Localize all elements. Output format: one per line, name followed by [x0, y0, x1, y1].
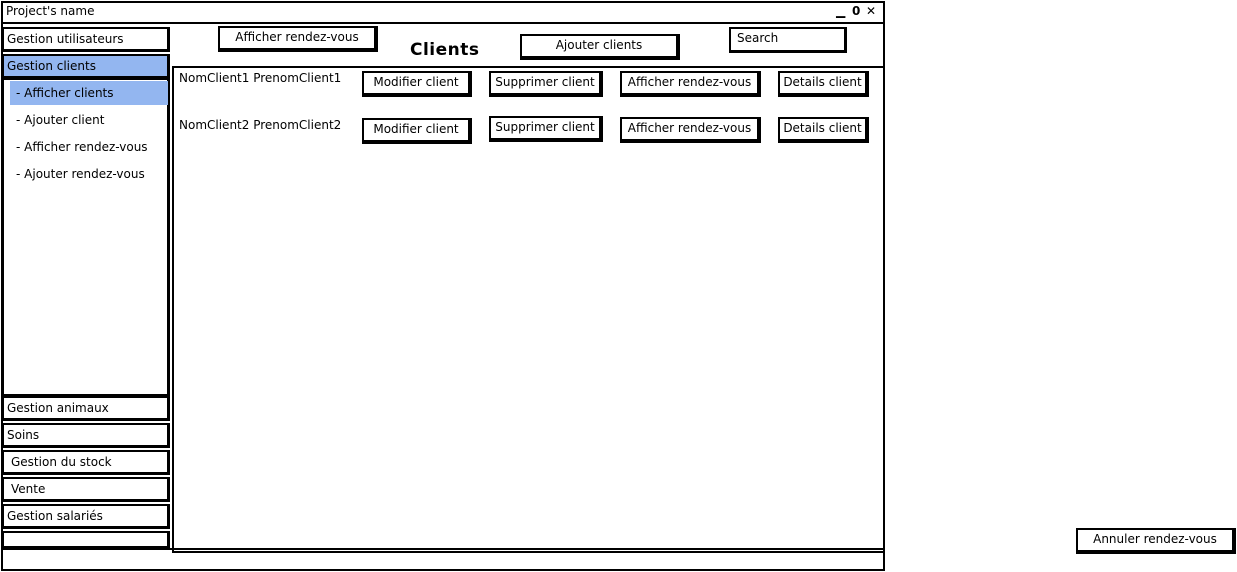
sidebar-item-gestion-salaries[interactable]: Gestion salariés [2, 504, 170, 529]
client-name: NomClient2 PrenomClient2 [179, 118, 342, 132]
afficher-rendez-vous-button[interactable]: Afficher rendez-vous [218, 26, 378, 52]
sidebar-item-gestion-utilisateurs[interactable]: Gestion utilisateurs [2, 27, 170, 52]
title-bar [1, 1, 885, 24]
annuler-rendez-vous-button[interactable]: Annuler rendez-vous [1076, 528, 1236, 554]
supprimer-client-button[interactable]: Supprimer client [489, 116, 603, 142]
ajouter-clients-button[interactable]: Ajouter clients [520, 34, 680, 60]
sidebar-item-gestion-animaux[interactable]: Gestion animaux [2, 396, 170, 421]
submenu-afficher-rendez-vous[interactable]: - Afficher rendez-vous [10, 135, 168, 159]
maximize-icon[interactable]: 0 [852, 4, 860, 18]
page-title: Clients [410, 40, 480, 60]
modifier-client-button[interactable]: Modifier client [362, 71, 472, 97]
sidebar-item-vente[interactable]: Vente [2, 477, 170, 502]
sidebar-item-gestion-du-stock[interactable]: Gestion du stock [2, 450, 170, 475]
sidebar-item-gestion-clients[interactable]: Gestion clients [2, 54, 170, 79]
close-icon[interactable]: ✕ [866, 4, 876, 18]
submenu-ajouter-client[interactable]: - Ajouter client [10, 108, 168, 132]
submenu-ajouter-rendez-vous[interactable]: - Ajouter rendez-vous [10, 162, 168, 186]
submenu-afficher-clients[interactable]: - Afficher clients [10, 81, 168, 105]
window-title: Project's name [6, 4, 95, 18]
modifier-client-button[interactable]: Modifier client [362, 118, 472, 144]
minimize-icon[interactable]: ▁ [836, 4, 845, 18]
status-bar-divider [2, 548, 885, 550]
search-input[interactable]: Search [729, 27, 847, 53]
client-name: NomClient1 PrenomClient1 [179, 71, 342, 85]
afficher-rendez-vous-client-button[interactable]: Afficher rendez-vous [620, 117, 761, 143]
details-client-button[interactable]: Details client [778, 71, 869, 97]
sidebar-item-soins[interactable]: Soins [2, 423, 170, 448]
afficher-rendez-vous-client-button[interactable]: Afficher rendez-vous [620, 71, 761, 97]
supprimer-client-button[interactable]: Supprimer client [489, 71, 603, 97]
details-client-button[interactable]: Details client [778, 117, 869, 143]
sidebar-empty-slot [2, 531, 170, 548]
